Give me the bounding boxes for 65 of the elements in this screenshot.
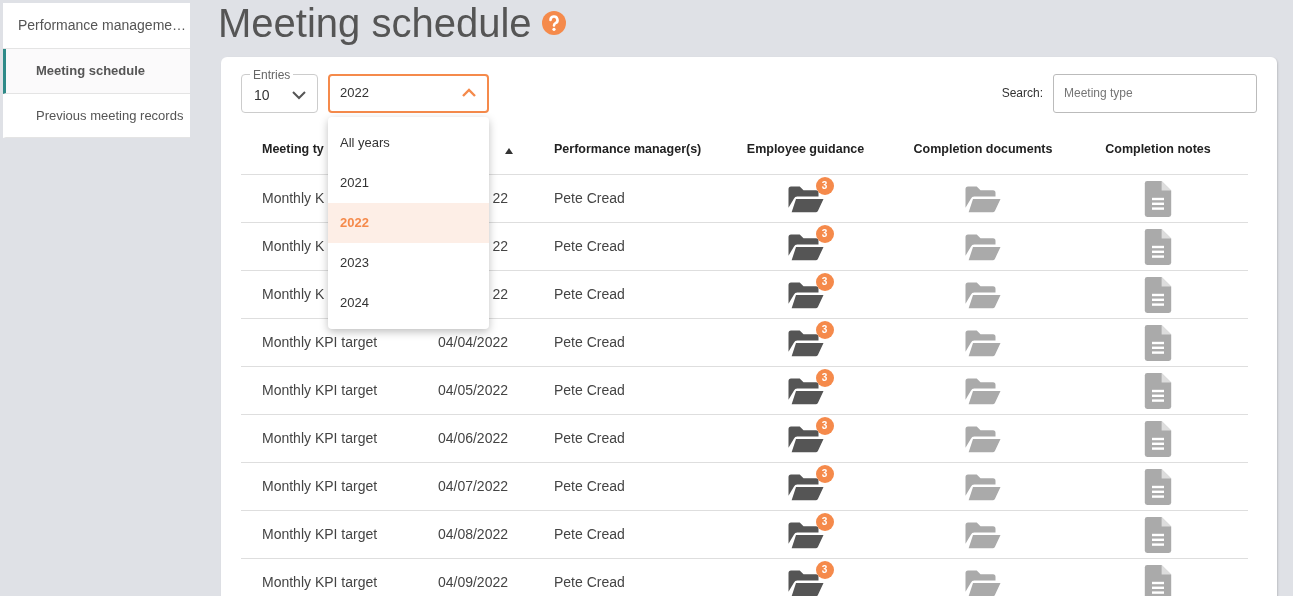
year-value: 2022	[340, 84, 369, 103]
table-cell-text: Monthly K	[262, 285, 325, 304]
count-badge: 3	[815, 560, 834, 579]
table-cell-text: 22	[491, 237, 508, 256]
count-badge: 3	[815, 320, 834, 339]
document-icon[interactable]	[1144, 564, 1172, 596]
table-cell-text: Pete Cread	[554, 189, 625, 208]
count-badge: 3	[815, 464, 834, 483]
table-cell-text: Monthly KPI target	[262, 333, 378, 352]
search-label: Search:	[1001, 85, 1043, 102]
search-field[interactable]: Meeting type	[1053, 73, 1257, 113]
table-cell-text: 22	[491, 189, 508, 208]
dropdown-option[interactable]: All years	[328, 123, 489, 163]
count-badge: 3	[815, 224, 834, 243]
document-icon[interactable]	[1144, 468, 1172, 505]
document-icon[interactable]	[1144, 372, 1172, 409]
column-header[interactable]: Completion documents	[913, 140, 1053, 159]
table-cell-text: Monthly KPI target	[262, 525, 378, 544]
table-cell-text: Pete Cread	[554, 333, 625, 352]
table-cell-text: 04/05/2022	[436, 381, 508, 400]
count-badge: 3	[815, 176, 834, 195]
document-icon[interactable]	[1144, 420, 1172, 457]
page-title: Meeting schedule	[218, 3, 532, 43]
entries-value: 10	[254, 85, 270, 105]
table-cell-text: Pete Cread	[554, 237, 625, 256]
sidebar-item[interactable]: Meeting schedule	[3, 49, 190, 94]
document-icon[interactable]	[1144, 516, 1172, 553]
column-header[interactable]: Performance manager(s)	[554, 140, 702, 159]
table-cell-text: 04/08/2022	[436, 525, 508, 544]
table-cell-text: Pete Cread	[554, 477, 625, 496]
document-icon[interactable]	[1144, 324, 1172, 361]
table-cell-text: Pete Cread	[554, 525, 625, 544]
table-cell-text: Monthly KPI target	[262, 381, 378, 400]
table-cell-text: Pete Cread	[554, 381, 625, 400]
column-header[interactable]: Employee guidance	[746, 140, 865, 159]
count-badge: 3	[815, 368, 834, 387]
table-cell-text: Monthly KPI target	[262, 573, 378, 592]
table-cell-text: Monthly K	[262, 189, 325, 208]
sidebar-heading[interactable]: Performance manageme…	[3, 3, 190, 49]
document-icon[interactable]	[1144, 276, 1172, 313]
count-badge: 3	[815, 272, 834, 291]
document-icon[interactable]	[1144, 180, 1172, 217]
year-select[interactable]: 2022	[328, 73, 489, 113]
chevron-down-icon	[291, 88, 307, 102]
table-cell-text: Monthly KPI target	[262, 429, 378, 448]
table-cell-text: 22	[491, 285, 508, 304]
column-header[interactable]: Meeting ty	[262, 140, 324, 159]
table-cell-text: 04/09/2022	[436, 573, 508, 592]
document-icon[interactable]	[1144, 228, 1172, 265]
table-cell-text: Pete Cread	[554, 429, 625, 448]
table-cell-text: Monthly K	[262, 237, 325, 256]
table-cell-text: 04/06/2022	[436, 429, 508, 448]
table-cell-text: Pete Cread	[554, 285, 625, 304]
count-badge: 3	[815, 512, 834, 531]
table-cell-text: Pete Cread	[554, 573, 625, 592]
dropdown-option[interactable]: 2024	[328, 283, 489, 323]
count-badge: 3	[815, 416, 834, 435]
dropdown-option[interactable]: 2023	[328, 243, 489, 283]
table-cell-text: Monthly KPI target	[262, 477, 378, 496]
help-icon	[541, 11, 566, 35]
table-cell-text: 04/04/2022	[436, 333, 508, 352]
dropdown-option[interactable]: 2021	[328, 163, 489, 203]
column-header[interactable]: Completion notes	[1105, 140, 1211, 159]
table-cell-text: 04/07/2022	[436, 477, 508, 496]
sidebar-item[interactable]: Previous meeting records	[3, 93, 190, 138]
